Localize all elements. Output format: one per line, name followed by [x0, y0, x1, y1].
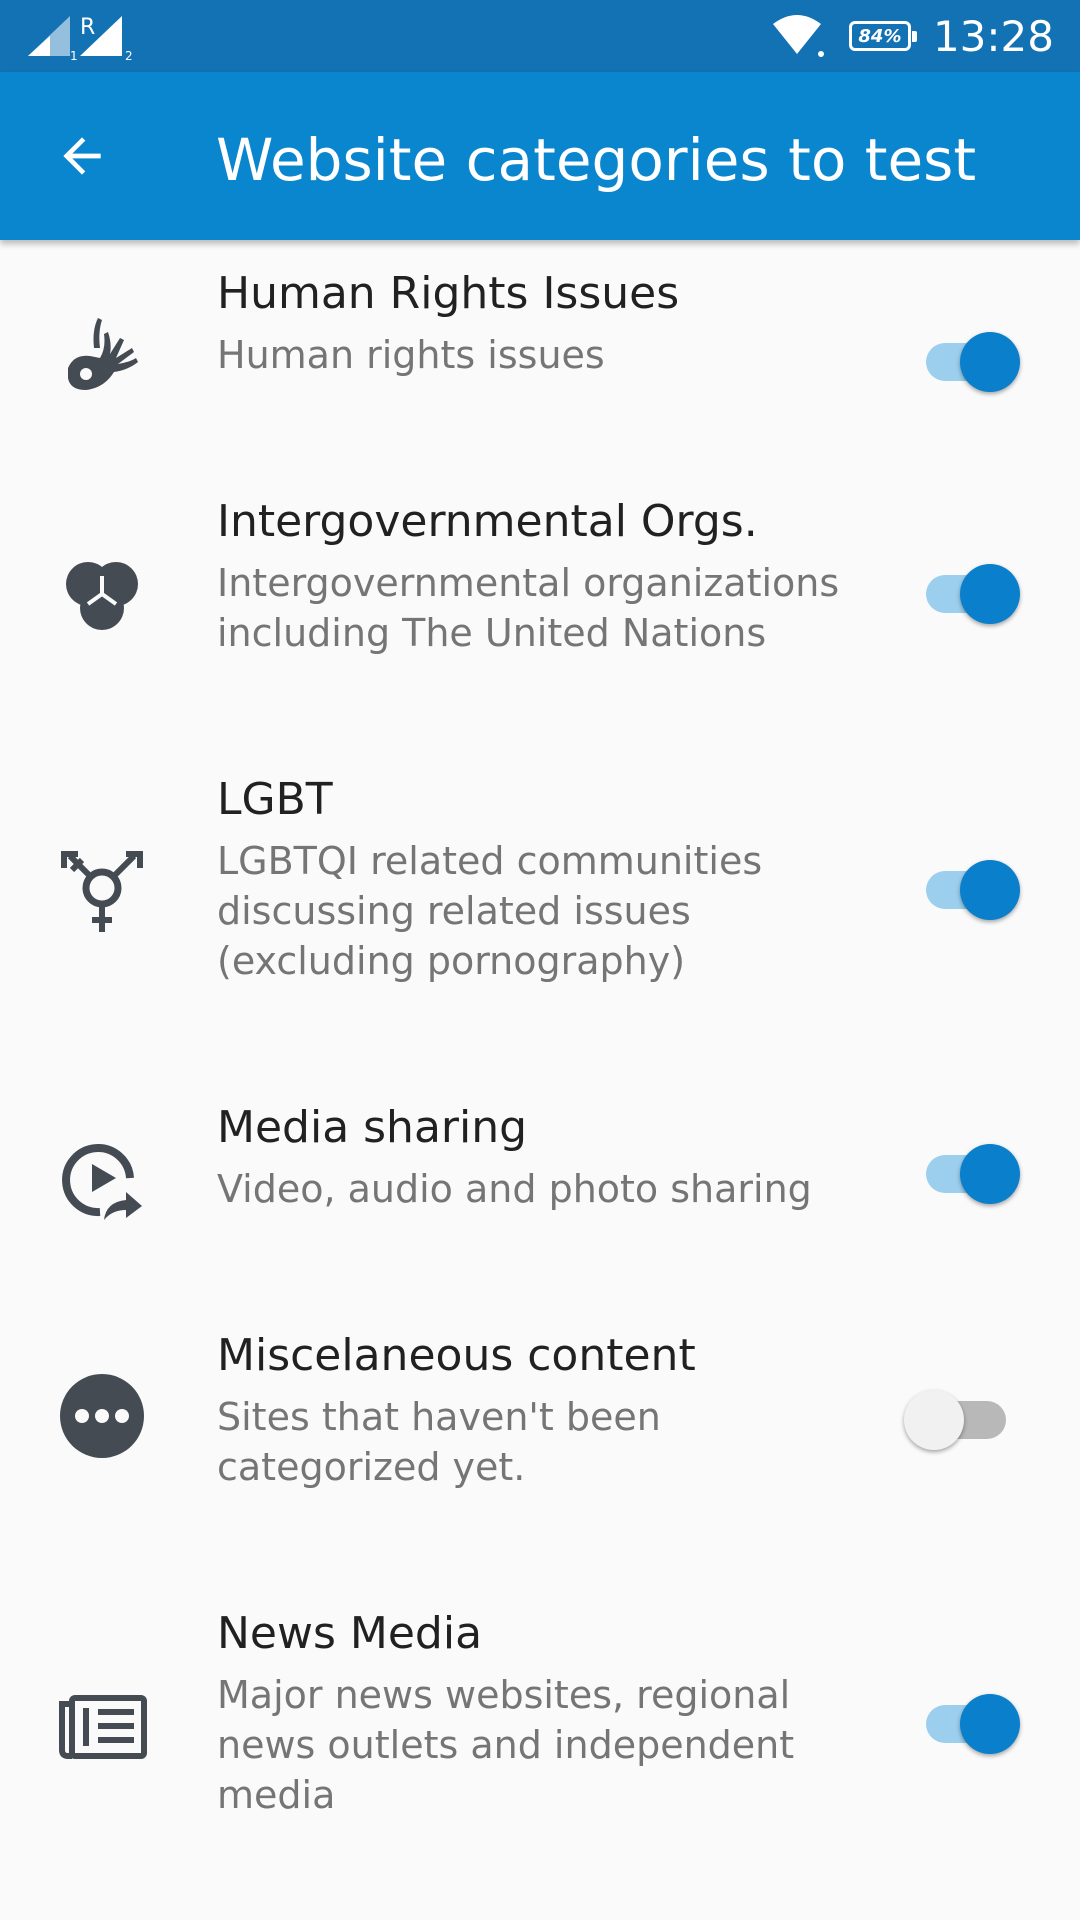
- more-dots-icon: [56, 1370, 148, 1462]
- item-subtitle: Sites that haven't been categorized yet.: [217, 1395, 661, 1489]
- wifi-icon: [772, 15, 824, 57]
- clock: 13:28: [932, 11, 1054, 61]
- item-title: Intergovernmental Orgs.: [217, 496, 758, 547]
- item-text: Intergovernmental Orgs. Intergovernmenta…: [217, 494, 867, 658]
- status-bar: 1 R 2 84% 13:28: [0, 0, 1080, 72]
- item-title: News Media: [217, 1608, 483, 1659]
- item-subtitle: Video, audio and photo sharing: [217, 1167, 812, 1211]
- item-text: News Media Major news websites, regional…: [217, 1606, 867, 1820]
- category-toggle[interactable]: [924, 1138, 1024, 1204]
- category-toggle[interactable]: [924, 558, 1024, 624]
- page-title: Website categories to test: [216, 126, 977, 194]
- category-toggle[interactable]: [924, 854, 1024, 920]
- item-title: Miscelaneous content: [217, 1330, 696, 1381]
- category-toggle[interactable]: [904, 1384, 1026, 1450]
- item-text: Miscelaneous content Sites that haven't …: [217, 1328, 867, 1492]
- item-title: Media sharing: [217, 1102, 528, 1153]
- list-item-media-sharing[interactable]: Media sharing Video, audio and photo sha…: [0, 1100, 1080, 1280]
- category-toggle[interactable]: [924, 326, 1024, 392]
- sign-language-hand-icon: [56, 304, 148, 396]
- item-text: LGBT LGBTQI related communities discussi…: [217, 772, 867, 986]
- sim2-label: 2: [125, 49, 133, 60]
- signal-indicators: 1 R 2: [28, 12, 168, 63]
- category-toggle[interactable]: [924, 1688, 1024, 1754]
- status-right: 84% 13:28: [771, 0, 1054, 72]
- battery-level: 84%: [858, 25, 902, 47]
- list-item-lgbt[interactable]: LGBT LGBTQI related communities discussi…: [0, 772, 1080, 1032]
- list-item-news-media[interactable]: News Media Major news websites, regional…: [0, 1606, 1080, 1866]
- cell-signal-icon: 1 R 2: [28, 15, 133, 63]
- item-subtitle: LGBTQI related communities discussing re…: [217, 839, 763, 983]
- list-item-miscellaneous[interactable]: Miscelaneous content Sites that haven't …: [0, 1328, 1080, 1548]
- app-bar: Website categories to test: [0, 72, 1080, 240]
- item-text: Media sharing Video, audio and photo sha…: [217, 1100, 867, 1214]
- item-text: Human Rights Issues Human rights issues: [217, 266, 867, 380]
- item-title: LGBT: [217, 774, 333, 825]
- transgender-symbol-icon: [56, 846, 148, 938]
- item-subtitle: Intergovernmental organizations includin…: [217, 561, 840, 655]
- item-subtitle: Human rights issues: [217, 333, 605, 377]
- item-subtitle: Major news websites, regional news outle…: [217, 1673, 795, 1817]
- three-circles-icon: [56, 550, 148, 642]
- list-item-human-rights[interactable]: Human Rights Issues Human rights issues: [0, 266, 1080, 446]
- roaming-label: R: [80, 15, 95, 40]
- newspaper-icon: [56, 1680, 148, 1772]
- back-button[interactable]: [40, 114, 124, 198]
- list-item-intergovernmental[interactable]: Intergovernmental Orgs. Intergovernmenta…: [0, 494, 1080, 714]
- arrow-left-icon: [63, 137, 101, 175]
- sim1-label: 1: [70, 49, 78, 60]
- play-share-icon: [56, 1136, 148, 1228]
- battery-icon: 84%: [848, 21, 917, 51]
- item-title: Human Rights Issues: [217, 268, 680, 319]
